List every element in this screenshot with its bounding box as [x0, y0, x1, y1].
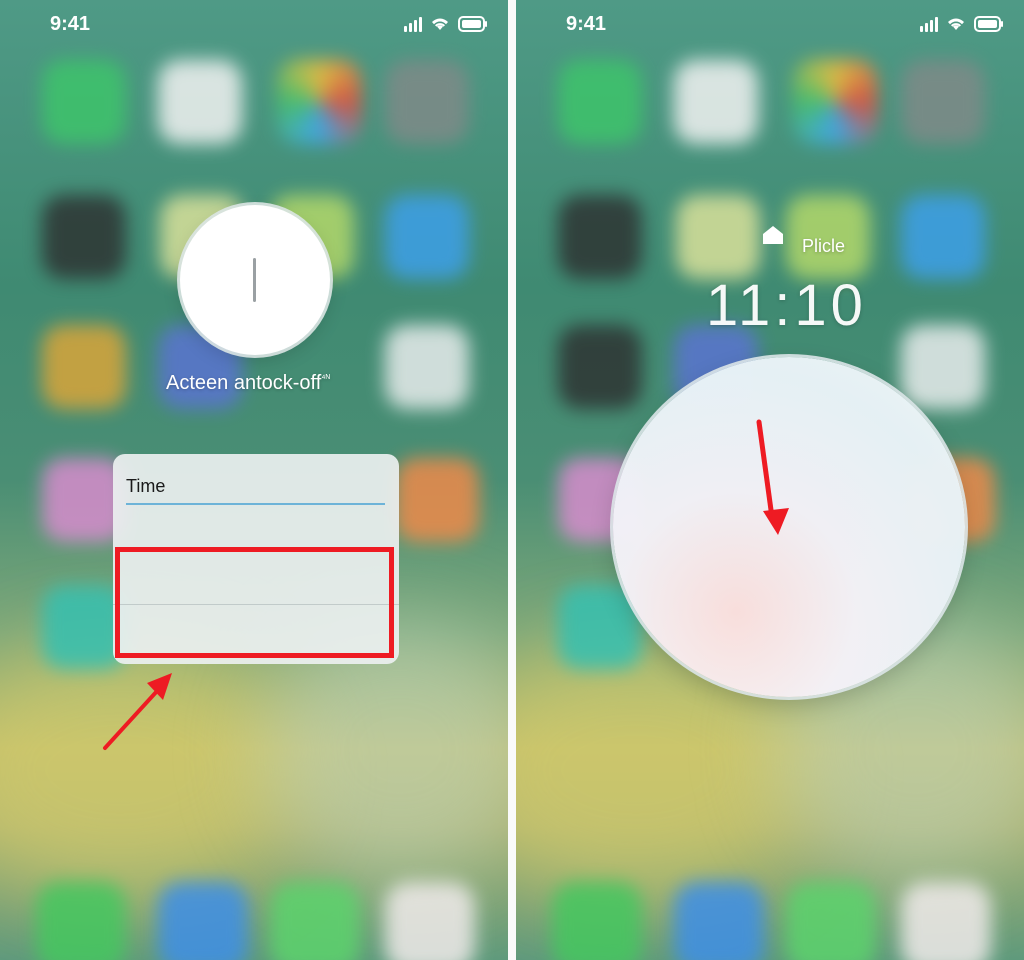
- app-icon[interactable]: [395, 458, 479, 542]
- phone-screen-right: 9:41 Plicle 11:10: [516, 0, 1024, 960]
- app-icon[interactable]: [158, 60, 242, 144]
- clock-readout: 11:10: [706, 273, 867, 338]
- dial-caption-text: Acteen antock-off: [166, 372, 322, 394]
- timer-dial[interactable]: [180, 205, 330, 355]
- app-icon[interactable]: [901, 325, 985, 409]
- time-field-label: Time: [126, 476, 166, 496]
- phone-app-icon[interactable]: [552, 882, 642, 960]
- battery-icon: [974, 16, 1004, 32]
- app-icon[interactable]: [558, 60, 642, 144]
- time-field-underline: [126, 503, 385, 505]
- app-icon[interactable]: [674, 60, 758, 144]
- photos-icon[interactable]: [277, 60, 361, 144]
- cellular-signal-icon: [920, 16, 938, 32]
- status-bar: 9:41: [516, 0, 1024, 50]
- battery-icon: [458, 16, 488, 32]
- safari-icon[interactable]: [158, 882, 248, 960]
- app-icon[interactable]: [385, 195, 469, 279]
- dial-caption: Acteen antock-off⁴ᴺ: [166, 372, 330, 395]
- app-icon[interactable]: [676, 195, 760, 279]
- safari-icon[interactable]: [674, 882, 764, 960]
- panel-divider: [508, 0, 516, 960]
- wifi-icon: [946, 16, 966, 32]
- status-bar: 9:41: [0, 0, 508, 50]
- app-icon[interactable]: [558, 195, 642, 279]
- status-time: 9:41: [566, 13, 607, 35]
- dial-caption-superscript: ⁴ᴺ: [321, 373, 330, 385]
- phone-app-icon[interactable]: [36, 882, 126, 960]
- wifi-icon: [430, 16, 450, 32]
- settings-icon[interactable]: [901, 60, 985, 144]
- settings-icon[interactable]: [385, 60, 469, 144]
- app-icon[interactable]: [42, 325, 126, 409]
- highlight-box: [115, 547, 394, 658]
- status-icons: [920, 16, 1004, 32]
- home-icon: [763, 226, 783, 244]
- app-icon[interactable]: [558, 325, 642, 409]
- app-icon[interactable]: [901, 195, 985, 279]
- status-icons: [404, 16, 488, 32]
- app-icon[interactable]: [385, 325, 469, 409]
- place-label: Plicle: [802, 236, 846, 256]
- cellular-signal-icon: [404, 16, 422, 32]
- app-icon[interactable]: [42, 60, 126, 144]
- phone-screen-left: 9:41 Acteen antock-off⁴ᴺ Time: [0, 0, 508, 960]
- messages-icon[interactable]: [270, 882, 360, 960]
- dial-hand: [253, 258, 256, 302]
- app-icon[interactable]: [42, 195, 126, 279]
- music-icon[interactable]: [901, 882, 991, 960]
- messages-icon[interactable]: [786, 882, 876, 960]
- status-time: 9:41: [50, 13, 91, 35]
- music-icon[interactable]: [385, 882, 475, 960]
- photos-icon[interactable]: [793, 60, 877, 144]
- timer-dial-expanded[interactable]: [613, 357, 965, 697]
